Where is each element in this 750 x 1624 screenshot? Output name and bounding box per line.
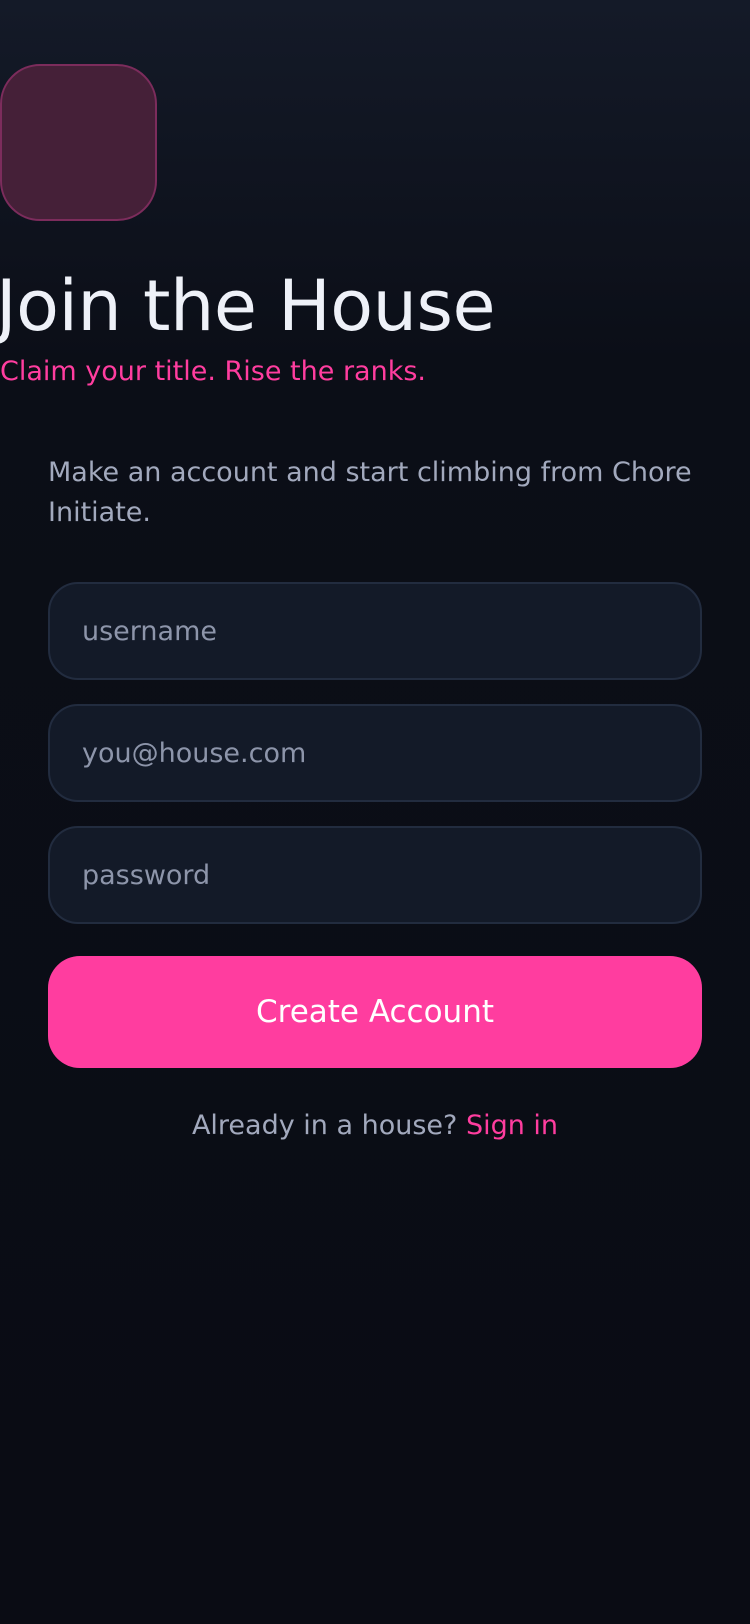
signin-link[interactable]: Sign in (466, 1110, 558, 1141)
signin-prompt: Already in a house? Sign in (0, 1106, 750, 1146)
create-account-button[interactable]: Create Account (48, 956, 702, 1068)
intro-text: Make an account and start climbing from … (48, 457, 692, 528)
app-logo-tile (0, 64, 157, 221)
page-tagline: Claim your title. Rise the ranks. (0, 356, 426, 387)
page-title: Join the House (0, 265, 496, 347)
username-input[interactable] (48, 582, 702, 680)
password-input[interactable] (48, 826, 702, 924)
email-input[interactable] (48, 704, 702, 802)
signin-prompt-text: Already in a house? (191, 1110, 466, 1141)
